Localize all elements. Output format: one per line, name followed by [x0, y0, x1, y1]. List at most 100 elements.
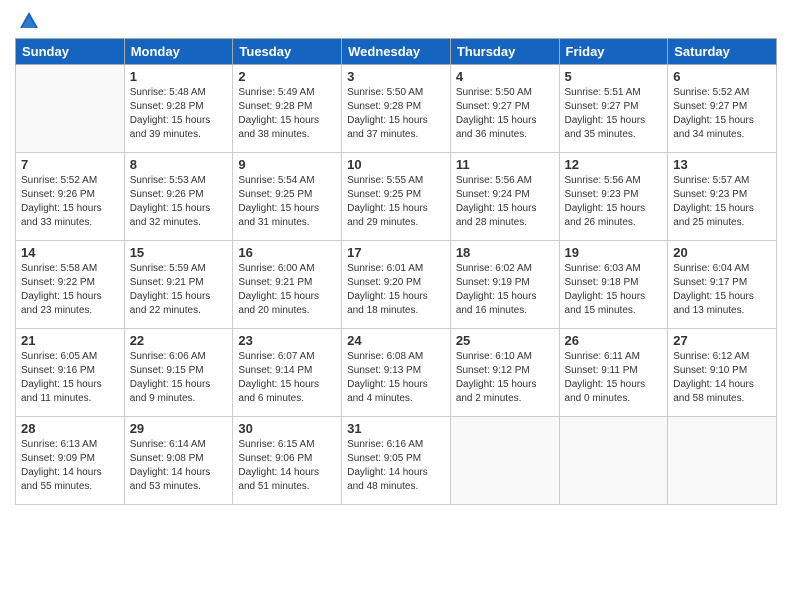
day-number: 17	[347, 245, 445, 260]
day-number: 25	[456, 333, 554, 348]
calendar-cell: 1 Sunrise: 5:48 AM Sunset: 9:28 PM Daylig…	[124, 65, 233, 153]
calendar-cell: 23 Sunrise: 6:07 AM Sunset: 9:14 PM Dayli…	[233, 329, 342, 417]
calendar-header-sunday: Sunday	[16, 39, 125, 65]
day-info: Sunrise: 6:06 AM Sunset: 9:15 PM Dayligh…	[130, 350, 228, 406]
day-number: 18	[456, 245, 554, 260]
page: SundayMondayTuesdayWednesdayThursdayFrid…	[0, 0, 792, 612]
day-number: 29	[130, 421, 228, 436]
calendar-cell: 13 Sunrise: 5:57 AM Sunset: 9:23 PM Dayli…	[668, 153, 777, 241]
calendar-header-tuesday: Tuesday	[233, 39, 342, 65]
day-info: Sunrise: 5:51 AM Sunset: 9:27 PM Dayligh…	[565, 86, 663, 142]
calendar-table: SundayMondayTuesdayWednesdayThursdayFrid…	[15, 38, 777, 505]
calendar-cell: 24Sunrise: 6:08 AM Sunset: 9:13 PM Dayli…	[342, 329, 451, 417]
calendar-header-saturday: Saturday	[668, 39, 777, 65]
calendar-header-thursday: Thursday	[450, 39, 559, 65]
day-info: Sunrise: 5:54 AM Sunset: 9:25 PM Dayligh…	[238, 174, 336, 230]
day-number: 26	[565, 333, 663, 348]
calendar-cell: 12 Sunrise: 5:56 AM Sunset: 9:23 PM Dayli…	[559, 153, 668, 241]
day-info: Sunrise: 6:04 AM Sunset: 9:17 PM Dayligh…	[673, 262, 771, 318]
day-info: Sunrise: 6:10 AM Sunset: 9:12 PM Dayligh…	[456, 350, 554, 406]
calendar-cell: 6 Sunrise: 5:52 AM Sunset: 9:27 PM Daylig…	[668, 65, 777, 153]
day-number: 23	[238, 333, 336, 348]
day-info: Sunrise: 6:07 AM Sunset: 9:14 PM Dayligh…	[238, 350, 336, 406]
calendar-cell: 31Sunrise: 6:16 AM Sunset: 9:05 PM Dayli…	[342, 417, 451, 505]
day-info: Sunrise: 6:00 AM Sunset: 9:21 PM Dayligh…	[238, 262, 336, 318]
day-info: Sunrise: 6:12 AM Sunset: 9:10 PM Dayligh…	[673, 350, 771, 406]
day-number: 7	[21, 157, 119, 172]
day-number: 5	[565, 69, 663, 84]
calendar-week-2: 7 Sunrise: 5:52 AM Sunset: 9:26 PM Daylig…	[16, 153, 777, 241]
day-number: 2	[238, 69, 336, 84]
calendar-cell: 10Sunrise: 5:55 AM Sunset: 9:25 PM Dayli…	[342, 153, 451, 241]
calendar-cell: 28 Sunrise: 6:13 AM Sunset: 9:09 PM Dayli…	[16, 417, 125, 505]
calendar-header-monday: Monday	[124, 39, 233, 65]
calendar-cell	[16, 65, 125, 153]
calendar-cell	[450, 417, 559, 505]
calendar-week-3: 14 Sunrise: 5:58 AM Sunset: 9:22 PM Dayli…	[16, 241, 777, 329]
day-number: 28	[21, 421, 119, 436]
calendar-cell: 20 Sunrise: 6:04 AM Sunset: 9:17 PM Dayli…	[668, 241, 777, 329]
day-info: Sunrise: 6:03 AM Sunset: 9:18 PM Dayligh…	[565, 262, 663, 318]
day-number: 10	[347, 157, 445, 172]
day-number: 16	[238, 245, 336, 260]
calendar-cell: 15 Sunrise: 5:59 AM Sunset: 9:21 PM Dayli…	[124, 241, 233, 329]
calendar-cell: 26 Sunrise: 6:11 AM Sunset: 9:11 PM Dayli…	[559, 329, 668, 417]
day-number: 13	[673, 157, 771, 172]
calendar-header-wednesday: Wednesday	[342, 39, 451, 65]
day-number: 11	[456, 157, 554, 172]
calendar-cell: 8Sunrise: 5:53 AM Sunset: 9:26 PM Daylig…	[124, 153, 233, 241]
day-info: Sunrise: 5:52 AM Sunset: 9:26 PM Dayligh…	[21, 174, 119, 230]
calendar-cell: 19 Sunrise: 6:03 AM Sunset: 9:18 PM Dayli…	[559, 241, 668, 329]
calendar-cell: 11 Sunrise: 5:56 AM Sunset: 9:24 PM Dayli…	[450, 153, 559, 241]
day-number: 4	[456, 69, 554, 84]
day-number: 19	[565, 245, 663, 260]
day-info: Sunrise: 5:52 AM Sunset: 9:27 PM Dayligh…	[673, 86, 771, 142]
calendar-cell: 25 Sunrise: 6:10 AM Sunset: 9:12 PM Dayli…	[450, 329, 559, 417]
day-number: 22	[130, 333, 228, 348]
day-number: 15	[130, 245, 228, 260]
day-info: Sunrise: 5:58 AM Sunset: 9:22 PM Dayligh…	[21, 262, 119, 318]
day-number: 27	[673, 333, 771, 348]
calendar-week-1: 1 Sunrise: 5:48 AM Sunset: 9:28 PM Daylig…	[16, 65, 777, 153]
day-info: Sunrise: 5:50 AM Sunset: 9:28 PM Dayligh…	[347, 86, 445, 142]
day-info: Sunrise: 6:02 AM Sunset: 9:19 PM Dayligh…	[456, 262, 554, 318]
day-info: Sunrise: 6:15 AM Sunset: 9:06 PM Dayligh…	[238, 438, 336, 494]
calendar-cell: 16 Sunrise: 6:00 AM Sunset: 9:21 PM Dayli…	[233, 241, 342, 329]
header	[15, 10, 777, 32]
day-info: Sunrise: 6:11 AM Sunset: 9:11 PM Dayligh…	[565, 350, 663, 406]
day-info: Sunrise: 5:59 AM Sunset: 9:21 PM Dayligh…	[130, 262, 228, 318]
day-info: Sunrise: 5:50 AM Sunset: 9:27 PM Dayligh…	[456, 86, 554, 142]
day-info: Sunrise: 5:56 AM Sunset: 9:23 PM Dayligh…	[565, 174, 663, 230]
day-number: 8	[130, 157, 228, 172]
calendar-cell: 30 Sunrise: 6:15 AM Sunset: 9:06 PM Dayli…	[233, 417, 342, 505]
day-number: 1	[130, 69, 228, 84]
calendar-cell: 27 Sunrise: 6:12 AM Sunset: 9:10 PM Dayli…	[668, 329, 777, 417]
calendar-cell: 22 Sunrise: 6:06 AM Sunset: 9:15 PM Dayli…	[124, 329, 233, 417]
calendar-cell: 21Sunrise: 6:05 AM Sunset: 9:16 PM Dayli…	[16, 329, 125, 417]
calendar-cell: 3Sunrise: 5:50 AM Sunset: 9:28 PM Daylig…	[342, 65, 451, 153]
day-number: 12	[565, 157, 663, 172]
logo	[15, 10, 40, 32]
day-info: Sunrise: 5:56 AM Sunset: 9:24 PM Dayligh…	[456, 174, 554, 230]
calendar-cell: 18 Sunrise: 6:02 AM Sunset: 9:19 PM Dayli…	[450, 241, 559, 329]
day-number: 30	[238, 421, 336, 436]
day-info: Sunrise: 6:14 AM Sunset: 9:08 PM Dayligh…	[130, 438, 228, 494]
logo-icon	[18, 10, 40, 32]
calendar-header-friday: Friday	[559, 39, 668, 65]
calendar-cell: 17 Sunrise: 6:01 AM Sunset: 9:20 PM Dayli…	[342, 241, 451, 329]
day-number: 9	[238, 157, 336, 172]
day-number: 6	[673, 69, 771, 84]
day-number: 14	[21, 245, 119, 260]
day-info: Sunrise: 6:08 AM Sunset: 9:13 PM Dayligh…	[347, 350, 445, 406]
day-info: Sunrise: 6:13 AM Sunset: 9:09 PM Dayligh…	[21, 438, 119, 494]
calendar-cell: 4 Sunrise: 5:50 AM Sunset: 9:27 PM Daylig…	[450, 65, 559, 153]
calendar-cell: 2Sunrise: 5:49 AM Sunset: 9:28 PM Daylig…	[233, 65, 342, 153]
day-number: 20	[673, 245, 771, 260]
day-info: Sunrise: 6:16 AM Sunset: 9:05 PM Dayligh…	[347, 438, 445, 494]
day-info: Sunrise: 5:48 AM Sunset: 9:28 PM Dayligh…	[130, 86, 228, 142]
day-info: Sunrise: 5:57 AM Sunset: 9:23 PM Dayligh…	[673, 174, 771, 230]
calendar-cell: 7 Sunrise: 5:52 AM Sunset: 9:26 PM Daylig…	[16, 153, 125, 241]
calendar-week-4: 21Sunrise: 6:05 AM Sunset: 9:16 PM Dayli…	[16, 329, 777, 417]
day-info: Sunrise: 6:01 AM Sunset: 9:20 PM Dayligh…	[347, 262, 445, 318]
calendar-cell: 5 Sunrise: 5:51 AM Sunset: 9:27 PM Daylig…	[559, 65, 668, 153]
